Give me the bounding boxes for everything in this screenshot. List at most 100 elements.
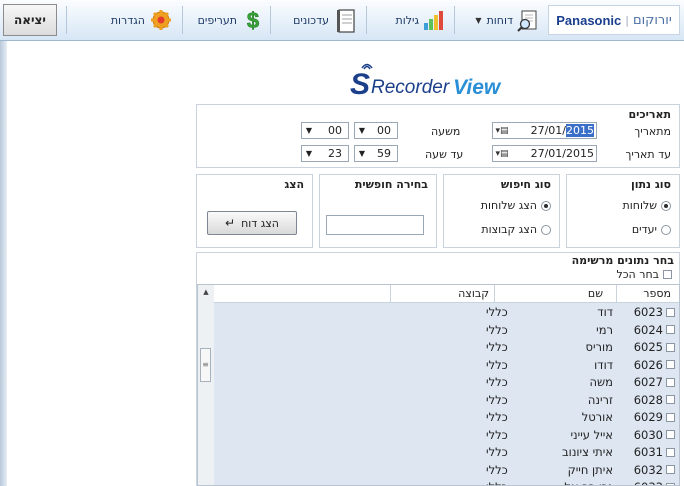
data-type-group: סוג נתון שלוחות יעדים	[566, 174, 680, 248]
free-select-input[interactable]	[326, 215, 424, 235]
to-minute-spinner[interactable]: ▼ 59	[354, 145, 398, 162]
free-select-group: בחירה חופשית	[319, 174, 437, 248]
radio-show-extensions[interactable]: הצג שלוחות	[481, 199, 551, 212]
chevron-down-icon[interactable]: ▼	[355, 126, 369, 135]
to-date-field[interactable]: ▾▤ 27/01/2015	[492, 145, 597, 162]
brand-panasonic: Panasonic	[556, 12, 622, 28]
chevron-down-icon[interactable]: ▼	[355, 149, 369, 158]
nav-stats[interactable]: גילות	[386, 5, 446, 35]
brand-divider: |	[625, 13, 629, 27]
table-row[interactable]: 6023 דוד כללי	[214, 303, 679, 321]
toolbar-separator	[66, 6, 67, 34]
radio-destinations[interactable]: יעדים	[632, 223, 671, 236]
bar-chart-icon	[424, 9, 446, 31]
table-row[interactable]: 6028 זרינה כללי	[214, 391, 679, 409]
nav-updates[interactable]: עדכונים	[276, 5, 356, 35]
gear-icon	[150, 9, 172, 31]
table-row[interactable]: 6025 מוריס כללי	[214, 338, 679, 356]
row-group: כללי	[486, 445, 508, 459]
table-row[interactable]: 6027 משה כללי	[214, 373, 679, 391]
radio-show-groups[interactable]: הצג קבוצות	[481, 223, 551, 236]
row-number: 6027	[634, 375, 675, 389]
to-hour-spinner[interactable]: ▼ 23	[301, 145, 349, 162]
radio-extensions[interactable]: שלוחות	[623, 199, 671, 212]
row-name: משה	[589, 375, 613, 389]
show-title: הצג	[284, 178, 304, 191]
checkbox[interactable]	[666, 307, 675, 317]
table-row[interactable]: 6024 רמי כללי	[214, 321, 679, 339]
row-name: דודו	[594, 357, 613, 372]
checkbox[interactable]	[666, 342, 675, 352]
signal-waves-icon	[361, 63, 373, 70]
scrollbar-thumb[interactable]: ≡	[200, 348, 211, 382]
logo-s: S	[350, 68, 371, 101]
checkbox[interactable]	[666, 360, 675, 369]
data-type-title: סוג נתון	[630, 178, 671, 191]
exit-button[interactable]: יציאה	[3, 4, 57, 36]
nav-settings[interactable]: הגדרות	[100, 5, 172, 35]
row-name: איתי ציונוב	[562, 445, 613, 459]
report-magnifier-icon	[517, 9, 540, 32]
row-group: כללי	[486, 340, 508, 354]
grid-body: 6023 דוד כללי 6024 רמי כללי 6025 מוריס כללי 6026 ד…	[214, 303, 679, 485]
toolbar-separator	[270, 6, 271, 34]
from-hour-spinner[interactable]: ▼ 00	[301, 122, 349, 139]
checkbox[interactable]	[666, 482, 675, 485]
checkbox[interactable]	[666, 412, 675, 422]
checkbox[interactable]	[666, 465, 675, 474]
checkbox[interactable]	[666, 430, 675, 439]
col-header-name[interactable]: שם	[588, 287, 603, 300]
col-header-number[interactable]: מספר	[643, 287, 671, 300]
radio-button[interactable]	[661, 200, 671, 211]
radio-button[interactable]	[541, 224, 551, 235]
radio-button[interactable]	[661, 224, 671, 235]
checkbox[interactable]	[663, 270, 672, 279]
recorderview-logo: S Recorder View	[350, 63, 500, 101]
to-time-label: עד שעה	[425, 148, 464, 161]
row-name: אורטל	[581, 410, 613, 424]
to-date-label: עד תאריך	[625, 148, 671, 161]
brand-logo: Panasonic | יורוקום	[548, 5, 680, 35]
row-group: כללי	[486, 410, 508, 424]
chevron-down-icon[interactable]: ▼	[302, 126, 316, 135]
search-type-title: סוג חיפוש	[500, 178, 551, 191]
column-divider	[494, 285, 495, 302]
from-date-field[interactable]: ▾▤ 27/01/2015	[492, 122, 597, 139]
col-header-group[interactable]: קבוצה	[458, 287, 489, 300]
row-name: זרינה	[587, 392, 613, 407]
checkbox[interactable]	[666, 377, 675, 387]
row-name: אייל עייני	[570, 427, 613, 442]
chevron-down-icon[interactable]: ▼	[302, 149, 316, 158]
row-group: כללי	[486, 427, 508, 442]
checkbox[interactable]	[666, 395, 675, 404]
scroll-up-icon[interactable]: ▲	[198, 285, 214, 299]
checkbox[interactable]	[666, 447, 675, 457]
nav-reports[interactable]: דוחות ▼	[458, 5, 540, 35]
from-minute-spinner[interactable]: ▼ 00	[354, 122, 398, 139]
row-number: 6033	[634, 480, 675, 485]
table-row[interactable]: 6033 גבי בר אל כללי	[214, 478, 679, 485]
toolbar-separator	[182, 6, 183, 34]
table-row[interactable]: 6030 אייל עייני כללי	[214, 426, 679, 444]
row-number: 6031	[634, 445, 675, 459]
nav-rates[interactable]: $ תעריפים	[192, 5, 264, 35]
table-row[interactable]: 6029 אורטל כללי	[214, 408, 679, 426]
table-row[interactable]: 6032 איתן חייק כללי	[214, 461, 679, 479]
table-row[interactable]: 6026 דודו כללי	[214, 356, 679, 374]
table-row[interactable]: 6031 איתי ציונוב כללי	[214, 443, 679, 461]
notebook-icon	[334, 9, 356, 33]
select-all-checkbox[interactable]: בחר הכל	[616, 268, 672, 281]
calendar-dropdown-icon[interactable]: ▾▤	[493, 149, 511, 159]
grid-header: מספר שם קבוצה	[214, 285, 679, 303]
vertical-scrollbar[interactable]: ▲ ≡	[198, 285, 215, 485]
enter-arrow-icon: ↵	[225, 216, 236, 230]
dates-group: תאריכים מתאריך ▾▤ 27/01/2015 משעה ▼ 00 ▼…	[196, 104, 680, 168]
radio-button[interactable]	[541, 200, 551, 211]
show-report-button[interactable]: הצג דוח ↵	[207, 211, 297, 235]
nav-reports-label: דוחות	[486, 13, 513, 27]
calendar-dropdown-icon[interactable]: ▾▤	[493, 126, 511, 136]
top-toolbar: יציאה הגדרות $ תעריפים עדכונים גילות דוח…	[0, 0, 684, 41]
checkbox[interactable]	[666, 325, 675, 334]
nav-settings-label: הגדרות	[110, 13, 145, 27]
row-name: גבי בר אל	[564, 480, 613, 485]
